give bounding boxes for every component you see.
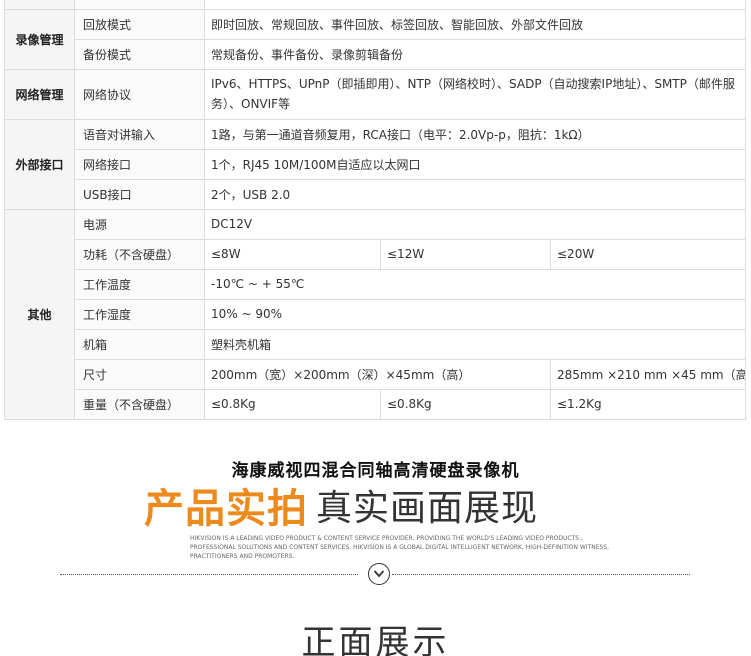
row-value: 10% ~ 90% [203, 298, 747, 330]
row-label: 电源 [74, 208, 205, 240]
banner-title: 海康威视四混合同轴高清硬盘录像机 [231, 461, 520, 481]
banner-headline: 产品实拍 真实画面展现 [144, 480, 539, 532]
row-value: 即时回放、常规回放、事件回放、标签回放、智能回放、外部文件回放 [203, 8, 747, 40]
row-value: ≤0.8Kg [204, 388, 381, 420]
section-title: 正面展示 [301, 623, 450, 656]
category-network: 网络管理 [4, 68, 75, 120]
row-value: 1路，与第一通道音频复用，RCA接口（电平：2.0Vp-p，阻抗：1kΩ） [203, 118, 747, 150]
row-label: 尺寸 [74, 358, 205, 390]
row-label: 语音对讲输入 [74, 118, 205, 150]
row-value: 285mm ×210 mm ×45 mm（高） [549, 358, 747, 390]
row-label [74, 0, 205, 10]
row-label: USB接口 [74, 178, 205, 210]
table-row: 备份模式 常规备份、事件备份、录像剪辑备份 [5, 38, 747, 70]
row-label: 重量（不含硬盘） [74, 388, 205, 420]
row-label: 工作温度 [74, 268, 205, 300]
row-value: DC12V [203, 208, 747, 240]
banner-subtext: HIKVISION IS A LEADING VIDEO PRODUCT & C… [190, 535, 610, 560]
row-label: 工作湿度 [74, 298, 205, 330]
table-row [4, 0, 747, 10]
table-row: 其他 电源 DC12V [4, 208, 747, 420]
row-value: 1个，RJ45 10M/100M自适应以太网口 [203, 148, 747, 180]
table-row: 网络管理 网络协议 IPv6、HTTPS、UPnP（即插即用）、NTP（网络校时… [4, 68, 747, 120]
category-cell [4, 0, 75, 10]
row-label: 回放模式 [74, 8, 205, 40]
row-label: 机箱 [74, 328, 205, 360]
row-value: ≤8W [204, 238, 381, 270]
category-external: 外部接口 [4, 118, 75, 210]
row-label: 网络接口 [74, 148, 205, 180]
row-value: ≤1.2Kg [549, 388, 747, 420]
row-value: IPv6、HTTPS、UPnP（即插即用）、NTP（网络校时）、SADP（自动搜… [203, 68, 747, 120]
row-value: ≤0.8Kg [380, 388, 551, 420]
row-value: 塑料壳机箱 [203, 328, 747, 360]
table-row: 网络接口 1个，RJ45 10M/100M自适应以太网口 [5, 148, 747, 180]
row-value: 200mm（宽）×200mm（深）×45mm（高） [204, 358, 551, 390]
table-row: 重量（不含硬盘） ≤0.8Kg ≤0.8Kg ≤1.2Kg [5, 388, 747, 420]
row-value: 常规备份、事件备份、录像剪辑备份 [203, 38, 747, 70]
banner-accent-text: 产品实拍 [144, 486, 308, 532]
table-row: 录像管理 回放模式 即时回放、常规回放、事件回放、标签回放、智能回放、外部文件回… [4, 8, 747, 70]
scroll-down-button[interactable] [368, 563, 390, 585]
divider-right [392, 574, 690, 575]
table-row: 功耗（不含硬盘） ≤8W ≤12W ≤20W [5, 238, 747, 270]
table-row: 工作温度 -10℃ ~ + 55℃ [5, 268, 747, 300]
table-row: 尺寸 200mm（宽）×200mm（深）×45mm（高） 285mm ×210 … [5, 358, 747, 390]
row-value: ≤12W [380, 238, 551, 270]
row-value [203, 0, 747, 10]
table-row: 工作湿度 10% ~ 90% [5, 298, 747, 330]
banner-rest-text: 真实画面展现 [316, 488, 539, 529]
row-label: 备份模式 [74, 38, 205, 70]
chevron-down-icon [373, 570, 385, 578]
category-recording: 录像管理 [4, 8, 75, 70]
spec-table: 录像管理 回放模式 即时回放、常规回放、事件回放、标签回放、智能回放、外部文件回… [4, 0, 747, 420]
table-row: USB接口 2个，USB 2.0 [5, 178, 747, 210]
row-value: 2个，USB 2.0 [203, 178, 747, 210]
row-value: ≤20W [549, 238, 747, 270]
row-label: 网络协议 [74, 68, 205, 120]
table-row: 机箱 塑料壳机箱 [5, 328, 747, 360]
row-value: -10℃ ~ + 55℃ [203, 268, 747, 300]
table-row: 外部接口 语音对讲输入 1路，与第一通道音频复用，RCA接口（电平：2.0Vp-… [4, 118, 747, 210]
row-label: 功耗（不含硬盘） [74, 238, 205, 270]
category-other: 其他 [4, 208, 75, 420]
divider-left [60, 574, 358, 575]
